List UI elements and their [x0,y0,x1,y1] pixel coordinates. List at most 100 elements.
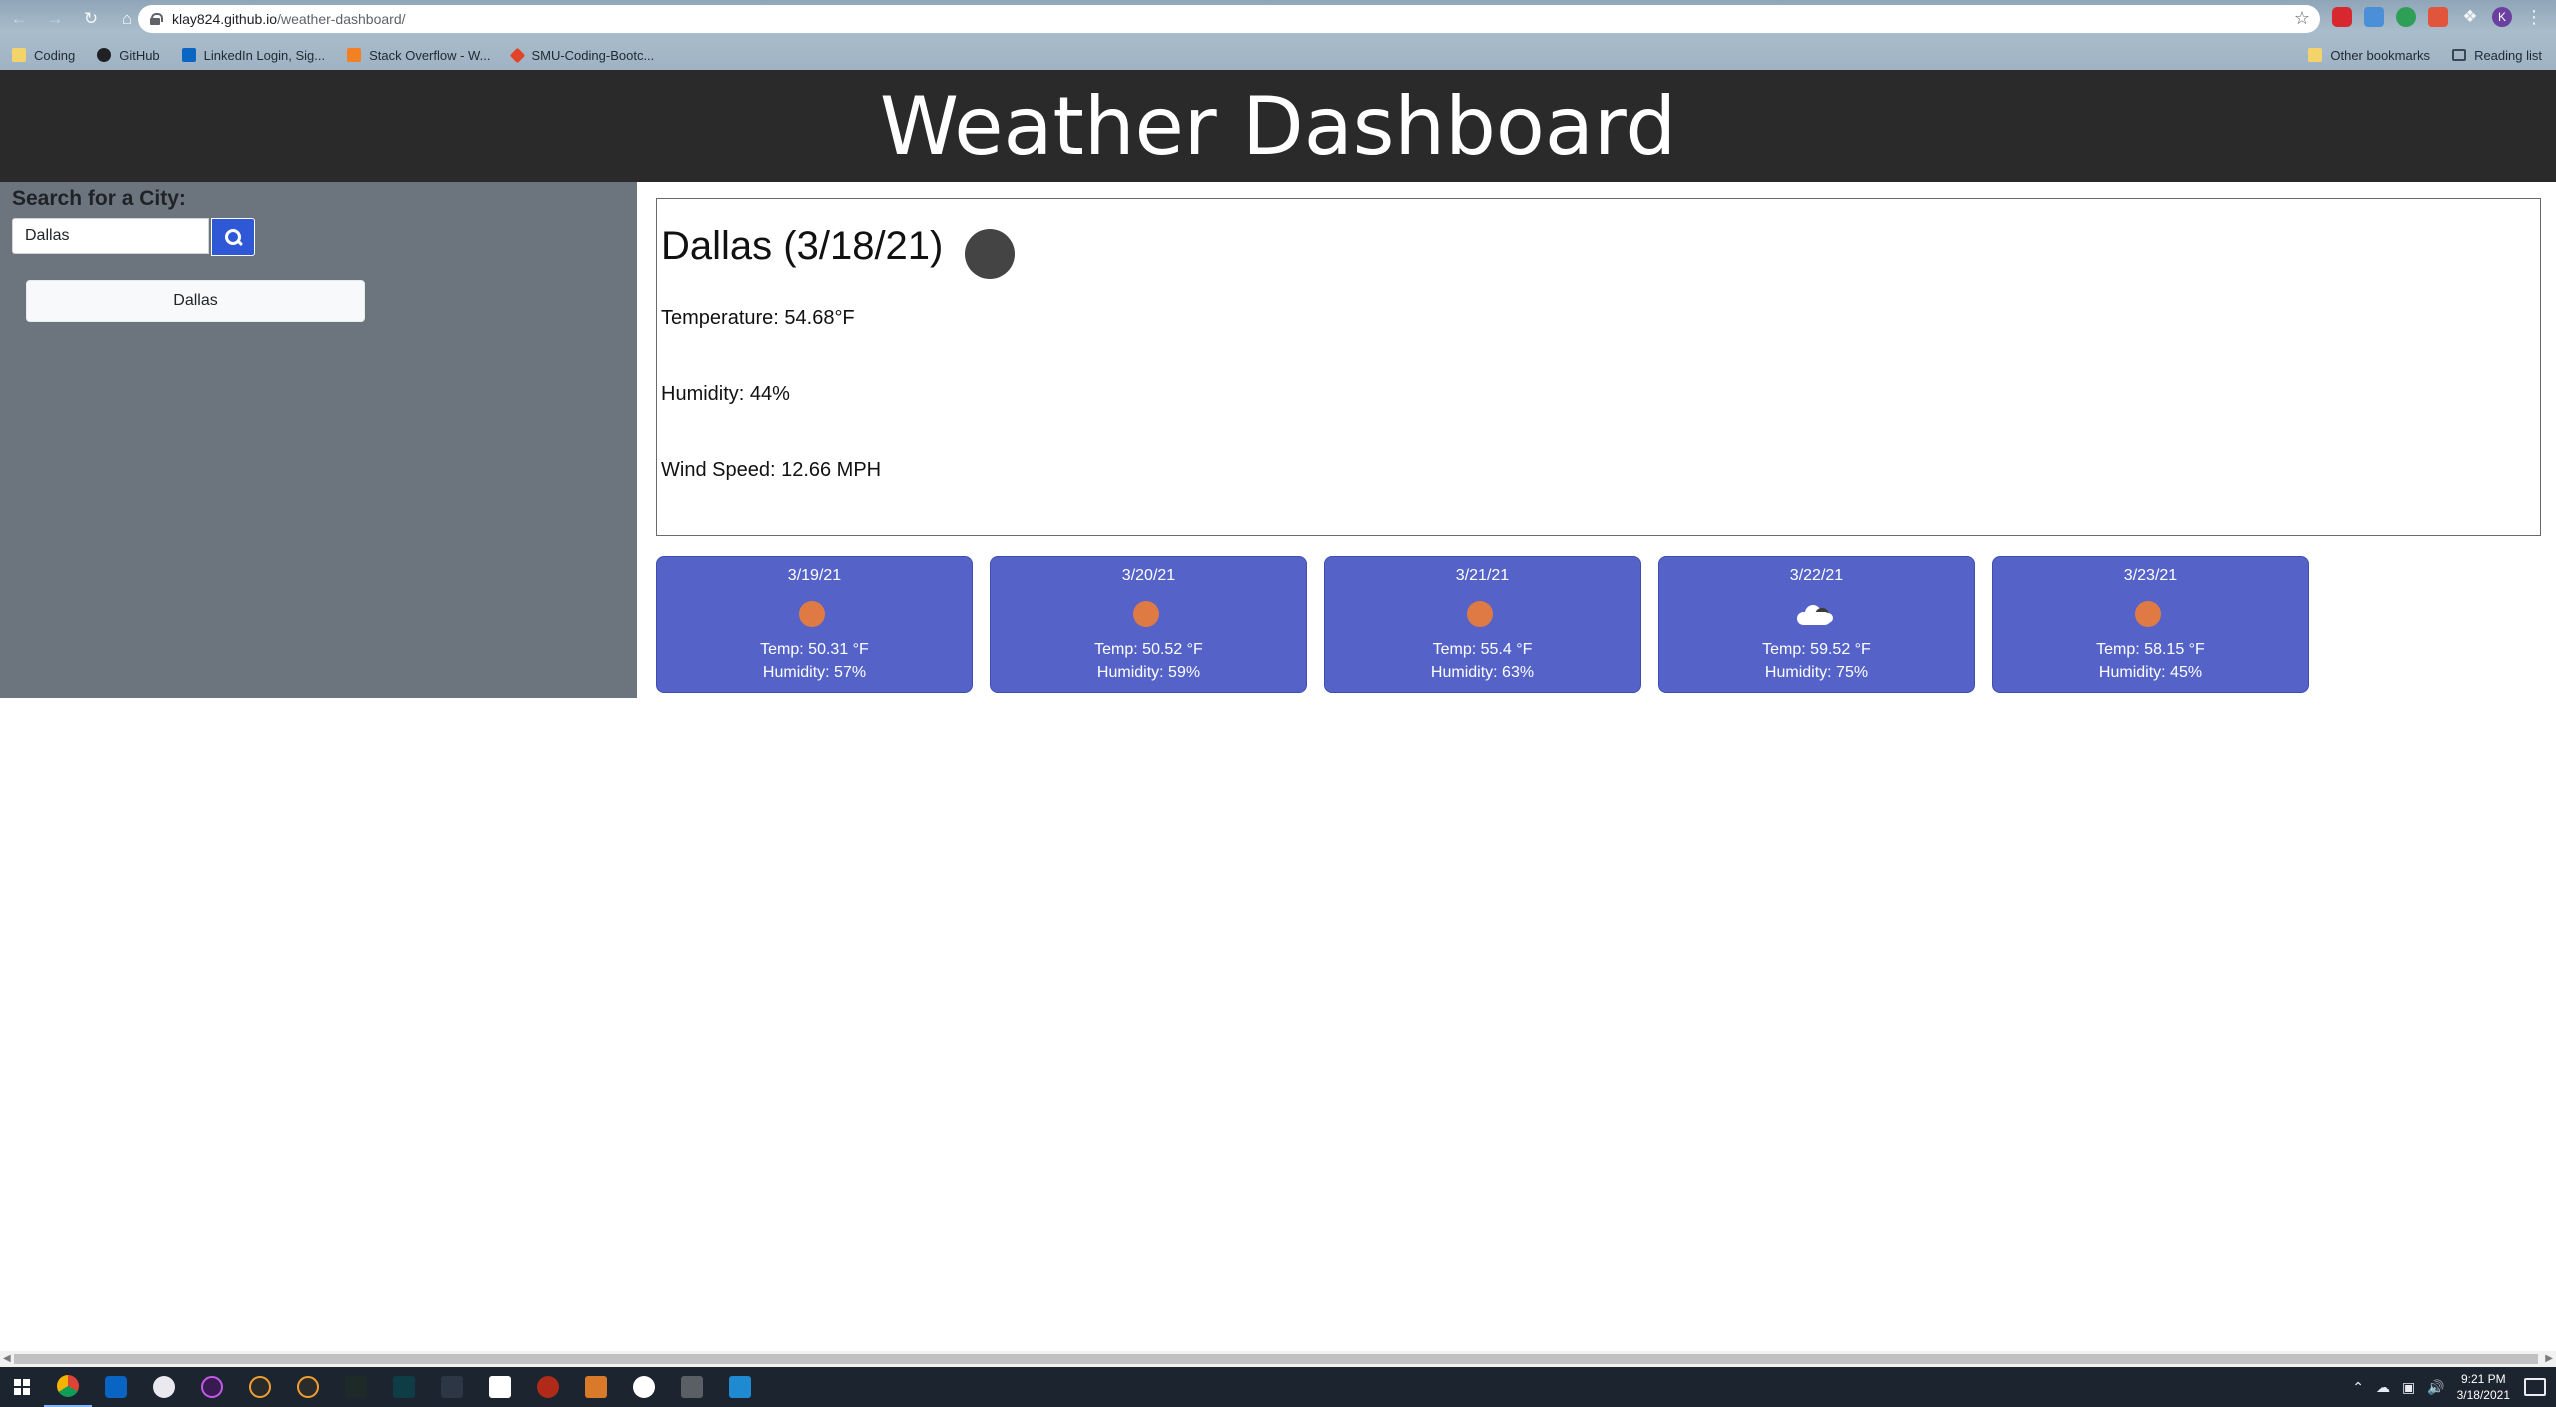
network-icon[interactable]: ▣ [2402,1379,2415,1396]
scroll-left-icon[interactable]: ◀ [3,1353,11,1364]
forecast-humidity: Humidity: 75% [1764,664,1869,681]
url-host: klay824.github.io [172,11,278,27]
extensions-puzzle-icon[interactable]: ❖ [2460,7,2480,27]
github-icon [97,48,112,62]
taskbar-app-teal[interactable] [380,1367,428,1407]
current-humidity: Humidity: 44% [661,383,790,405]
sidebar: Search for a City: Dallas [0,182,637,698]
extension-green-icon[interactable] [2396,7,2416,27]
search-input[interactable] [12,218,209,254]
app-gray-icon [681,1376,703,1398]
search-button[interactable] [211,218,255,256]
volume-icon[interactable]: 🔊 [2427,1379,2444,1396]
taskbar-app-five[interactable] [476,1367,524,1407]
weather-icon [965,229,1015,279]
slack-icon [633,1376,655,1398]
url-path: /weather-dashboard/ [277,11,406,27]
address-bar[interactable]: klay824.github.io/weather-dashboard/ ☆ [138,5,2320,33]
bookmarks-bar: Coding GitHub LinkedIn Login, Sig... Sta… [0,40,2556,70]
forward-icon[interactable]: → [44,8,66,30]
taskbar-app-two[interactable] [236,1367,284,1407]
cloud-icon [1797,603,1835,627]
sun-icon [799,601,825,627]
extension-blue-icon[interactable] [2364,7,2384,27]
notifications-icon[interactable] [2524,1378,2546,1396]
reading-list[interactable]: Reading list [2452,48,2542,63]
system-tray: ⌃ ☁ ▣ 🔊 9:21 PM 3/18/2021 [2352,1367,2556,1407]
lock-icon[interactable] [150,13,163,25]
forecast-date: 3/21/21 [1455,567,1510,584]
current-city-title: Dallas (3/18/21) [661,224,944,268]
scrollbar-thumb[interactable] [14,1354,2538,1364]
app-two-icon [249,1376,271,1398]
forecast-date: 3/22/21 [1789,567,1844,584]
windows-taskbar: ⌃ ☁ ▣ 🔊 9:21 PM 3/18/2021 [0,1367,2556,1407]
bookmark-github[interactable]: GitHub [97,47,160,63]
app-teal-icon [393,1376,415,1398]
current-weather-card: Dallas (3/18/21) Temperature: 54.68°F Hu… [656,198,2541,536]
forecast-card: 3/20/21 Temp: 50.52 °F Humidity: 59% [990,556,1307,693]
start-button[interactable] [0,1367,44,1407]
taskbar-app-red[interactable] [524,1367,572,1407]
history-item-dallas[interactable]: Dallas [26,280,365,322]
onedrive-icon[interactable]: ☁ [2376,1379,2390,1396]
bookmark-label: GitHub [119,47,160,63]
profile-avatar[interactable]: K [2492,7,2512,27]
search-icon [224,228,242,246]
app-red-icon [537,1376,559,1398]
system-clock[interactable]: 9:21 PM 3/18/2021 [2457,1371,2510,1403]
taskbar-app-gray[interactable] [668,1367,716,1407]
app-five-icon [489,1376,511,1398]
taskbar-app-purple[interactable] [188,1367,236,1407]
overwatch-icon [297,1376,319,1398]
itunes-icon [153,1376,175,1398]
forecast-date: 3/20/21 [1121,567,1176,584]
back-icon[interactable]: ← [8,8,30,30]
adblock-icon[interactable] [2332,7,2352,27]
windows-icon [14,1379,30,1395]
bookmark-label: Stack Overflow - W... [369,47,491,63]
taskbar-slack[interactable] [620,1367,668,1407]
bookmark-linkedin[interactable]: LinkedIn Login, Sig... [181,48,325,63]
taskbar-outlook[interactable] [92,1367,140,1407]
home-icon[interactable]: ⌂ [116,8,138,30]
taskbar-itunes[interactable] [140,1367,188,1407]
search-label: Search for a City: [12,187,186,210]
browser-menu-icon[interactable]: ⋮ [2524,7,2544,27]
bookmark-star-icon[interactable]: ☆ [2294,8,2310,29]
taskbar-vscode[interactable] [716,1367,764,1407]
outlook-icon [105,1376,127,1398]
scroll-right-icon[interactable]: ▶ [2545,1353,2553,1364]
extension-icons: ❖ K ⋮ [2332,7,2544,27]
other-bookmarks-label: Other bookmarks [2330,47,2431,63]
current-wind-speed: Wind Speed: 12.66 MPH [661,459,882,481]
bookmark-label: Coding [34,47,76,63]
horizontal-scrollbar[interactable]: ◀ ▶ [0,1351,2556,1367]
extension-red-icon[interactable] [2428,7,2448,27]
url-text[interactable]: klay824.github.io/weather-dashboard/ [172,11,406,27]
taskbar-app-gamepad[interactable] [428,1367,476,1407]
bookmark-coding[interactable]: Coding [12,48,75,63]
taskbar-overwatch[interactable] [284,1367,332,1407]
taskbar-app-a[interactable] [332,1367,380,1407]
forecast-temp: Temp: 50.52 °F [1094,641,1203,658]
taskbar-app-orange[interactable] [572,1367,620,1407]
forecast-humidity: Humidity: 57% [762,664,867,681]
forecast-temp: Temp: 59.52 °F [1762,641,1871,658]
nav-buttons: ← → ↻ ⌂ [8,8,138,30]
chevron-up-icon[interactable]: ⌃ [2352,1379,2364,1396]
bookmark-stackoverflow[interactable]: Stack Overflow - W... [347,48,490,63]
reading-list-label: Reading list [2474,47,2542,63]
taskbar-chrome[interactable] [44,1367,92,1407]
forecast-card: 3/21/21 Temp: 55.4 °F Humidity: 63% [1324,556,1641,693]
other-bookmarks[interactable]: Other bookmarks [2308,48,2430,63]
sun-icon [1467,601,1493,627]
current-temperature: Temperature: 54.68°F [661,307,855,329]
forecast-temp: Temp: 50.31 °F [760,641,869,658]
bookmark-smu[interactable]: SMU-Coding-Bootc... [510,47,654,63]
forecast-card: 3/22/21 Temp: 59.52 °F Humidity: 75% [1658,556,1975,693]
forecast-humidity: Humidity: 63% [1430,664,1535,681]
forecast-card: 3/19/21 Temp: 50.31 °F Humidity: 57% [656,556,973,693]
sun-icon [1133,601,1159,627]
reload-icon[interactable]: ↻ [80,8,102,30]
